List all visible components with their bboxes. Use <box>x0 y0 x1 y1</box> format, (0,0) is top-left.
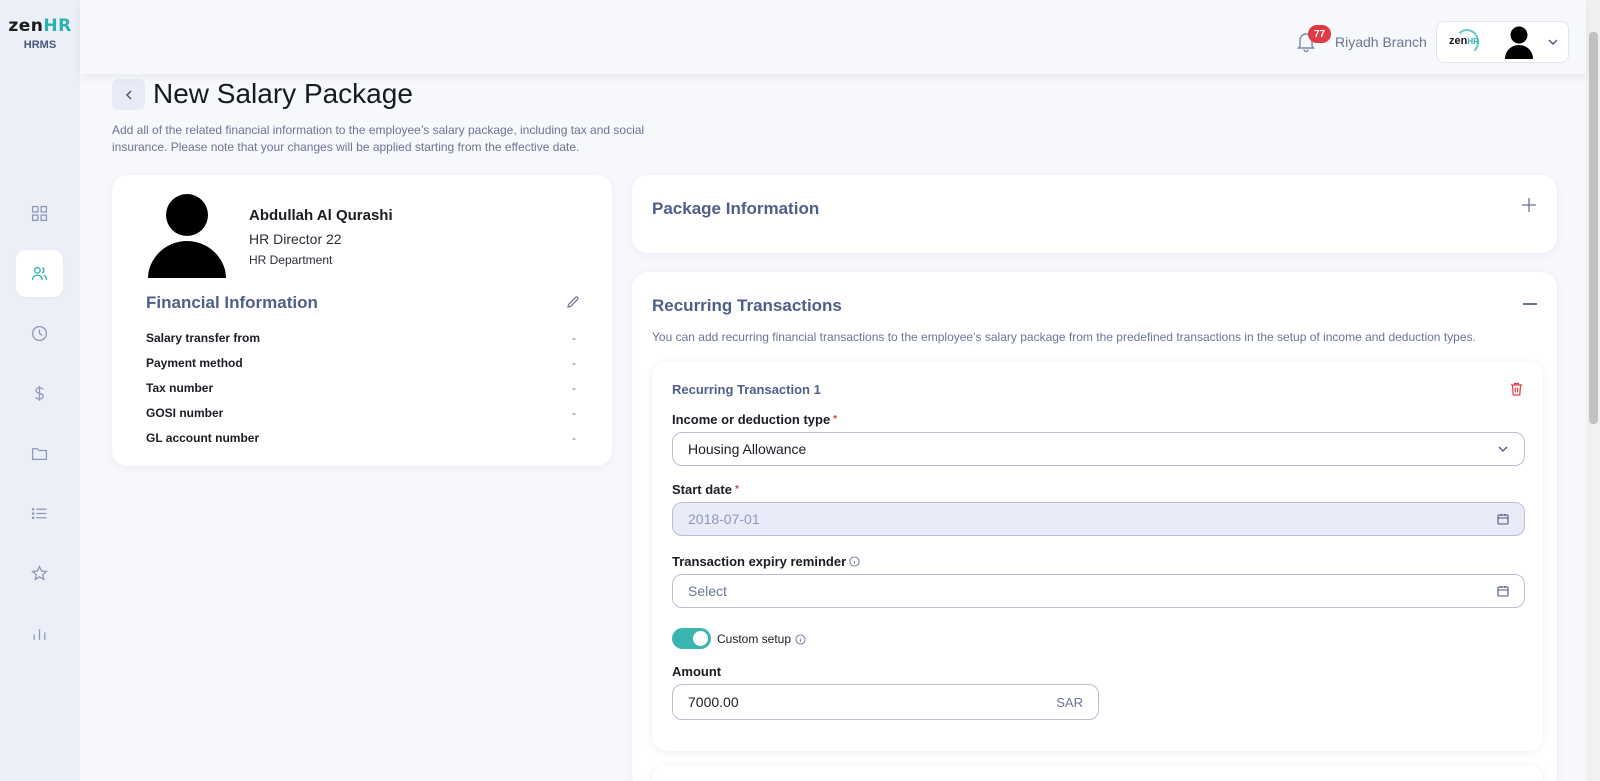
financial-row-gosi-number: GOSI number - <box>146 406 576 420</box>
nav-employees[interactable] <box>16 250 63 297</box>
employee-name: Abdullah Al Qurashi <box>249 207 393 224</box>
amount-value: 7000.00 <box>688 694 739 710</box>
expiry-reminder-label: Transaction expiry reminder <box>672 554 860 569</box>
star-icon <box>31 565 48 581</box>
package-info-card[interactable]: Package Information <box>632 175 1557 253</box>
bar-chart-icon <box>33 629 46 640</box>
financial-row-value: - <box>572 406 576 420</box>
employee-role: HR Director 22 <box>249 231 342 247</box>
employee-department: HR Department <box>249 253 333 267</box>
financial-row-salary-transfer: Salary transfer from - <box>146 331 576 345</box>
financial-row-value: - <box>572 331 576 345</box>
custom-setup-text: Custom setup <box>717 632 792 646</box>
notification-count-badge[interactable]: 77 <box>1308 25 1331 43</box>
nav-payroll[interactable] <box>16 370 63 417</box>
top-bar: 77 Riyadh Branch zenHR <box>80 0 1586 74</box>
financial-row-value: - <box>572 356 576 370</box>
financial-row-tax-number: Tax number - <box>146 381 576 395</box>
package-info-title: Package Information <box>652 199 820 218</box>
financial-row-label: Tax number <box>146 381 214 395</box>
financial-row-label: GL account number <box>146 431 260 445</box>
transaction-title: Recurring Transaction 1 <box>672 382 821 397</box>
calendar-icon <box>1497 586 1509 597</box>
nav-requests[interactable] <box>16 490 63 537</box>
app-logo[interactable]: zenHR HRMS <box>0 16 80 51</box>
plus-icon[interactable] <box>1521 197 1537 213</box>
type-select-value: Housing Allowance <box>688 441 807 457</box>
amount-input[interactable]: 7000.00 SAR <box>672 684 1099 720</box>
custom-setup-label: Custom setup <box>717 632 806 646</box>
start-date-value: 2018-07-01 <box>688 511 760 527</box>
folder-icon <box>31 448 48 460</box>
user-avatar-icon <box>1505 26 1533 59</box>
recurring-description: You can add recurring financial transact… <box>652 330 1476 344</box>
nav-performance[interactable] <box>16 550 63 597</box>
expiry-placeholder: Select <box>688 583 727 599</box>
custom-setup-toggle[interactable] <box>672 628 711 649</box>
collapse-minus-icon[interactable] <box>1523 303 1537 305</box>
nav-dashboard[interactable] <box>16 190 63 237</box>
scrollbar-thumb[interactable] <box>1589 32 1598 424</box>
required-asterisk: * <box>734 484 739 495</box>
sidebar: zenHR HRMS <box>0 0 80 781</box>
profile-menu[interactable]: zenHR <box>1436 21 1569 63</box>
info-icon[interactable] <box>849 556 860 567</box>
start-date-label-text: Start date <box>672 482 732 497</box>
required-asterisk: * <box>833 414 838 425</box>
currency-label: SAR <box>1056 694 1083 710</box>
financial-row-label: Payment method <box>146 356 243 370</box>
amount-label: Amount <box>672 664 721 679</box>
next-transaction-card <box>652 765 1543 781</box>
expiry-label-text: Transaction expiry reminder <box>672 554 847 569</box>
recurring-transaction-item: Recurring Transaction 1 Income or deduct… <box>652 362 1543 751</box>
financial-row-value: - <box>572 381 576 395</box>
financial-row-label: GOSI number <box>146 406 224 420</box>
chevron-down-icon <box>1548 39 1558 45</box>
expiry-reminder-input[interactable]: Select <box>672 574 1525 608</box>
clock-icon <box>31 325 48 342</box>
company-logo: zenHR <box>1449 35 1479 47</box>
calendar-icon <box>1497 514 1509 525</box>
company-logo-accent: HR <box>1467 37 1479 46</box>
page-description: Add all of the related financial informa… <box>112 123 645 154</box>
page-scrollbar[interactable] <box>1586 0 1600 781</box>
list-icon <box>31 507 47 520</box>
dollar-icon <box>34 386 44 401</box>
chevron-left-icon <box>125 89 132 100</box>
employee-avatar-icon <box>148 194 226 278</box>
type-label-text: Income or deduction type <box>672 412 831 427</box>
pencil-icon[interactable] <box>566 295 580 309</box>
page-title: New Salary Package <box>153 78 413 109</box>
back-button[interactable] <box>112 79 145 110</box>
type-label: Income or deduction type * <box>672 412 837 427</box>
company-logo-main: zen <box>1449 35 1468 47</box>
chevron-down-icon <box>1498 446 1508 452</box>
trash-icon[interactable] <box>1510 382 1523 396</box>
logo-subtitle: HRMS <box>23 39 57 51</box>
nav-attendance[interactable] <box>16 310 63 357</box>
income-deduction-type-select[interactable]: Housing Allowance <box>672 432 1525 466</box>
amount-label-text: Amount <box>672 664 722 679</box>
financial-row-label: Salary transfer from <box>146 331 261 345</box>
logo-accent-text: HR <box>43 16 72 36</box>
recurring-transactions-card: Recurring Transactions You can add recur… <box>632 272 1557 781</box>
logo-main-text: zen <box>8 16 44 36</box>
recurring-title: Recurring Transactions <box>652 296 842 315</box>
financial-row-payment-method: Payment method - <box>146 356 576 370</box>
financial-row-gl-account: GL account number - <box>146 431 576 445</box>
start-date-input[interactable]: 2018-07-01 <box>672 502 1525 536</box>
dashboard-grid-icon <box>31 205 48 222</box>
nav-documents[interactable] <box>16 430 63 477</box>
financial-info-title: Financial Information <box>146 293 318 312</box>
start-date-label: Start date * <box>672 482 739 497</box>
nav-reports[interactable] <box>16 610 63 657</box>
financial-row-value: - <box>572 431 576 445</box>
employee-card: Abdullah Al Qurashi HR Director 22 HR De… <box>112 175 612 466</box>
branch-selector[interactable]: Riyadh Branch <box>1335 34 1427 50</box>
users-icon <box>31 266 48 280</box>
info-icon[interactable] <box>795 633 806 645</box>
